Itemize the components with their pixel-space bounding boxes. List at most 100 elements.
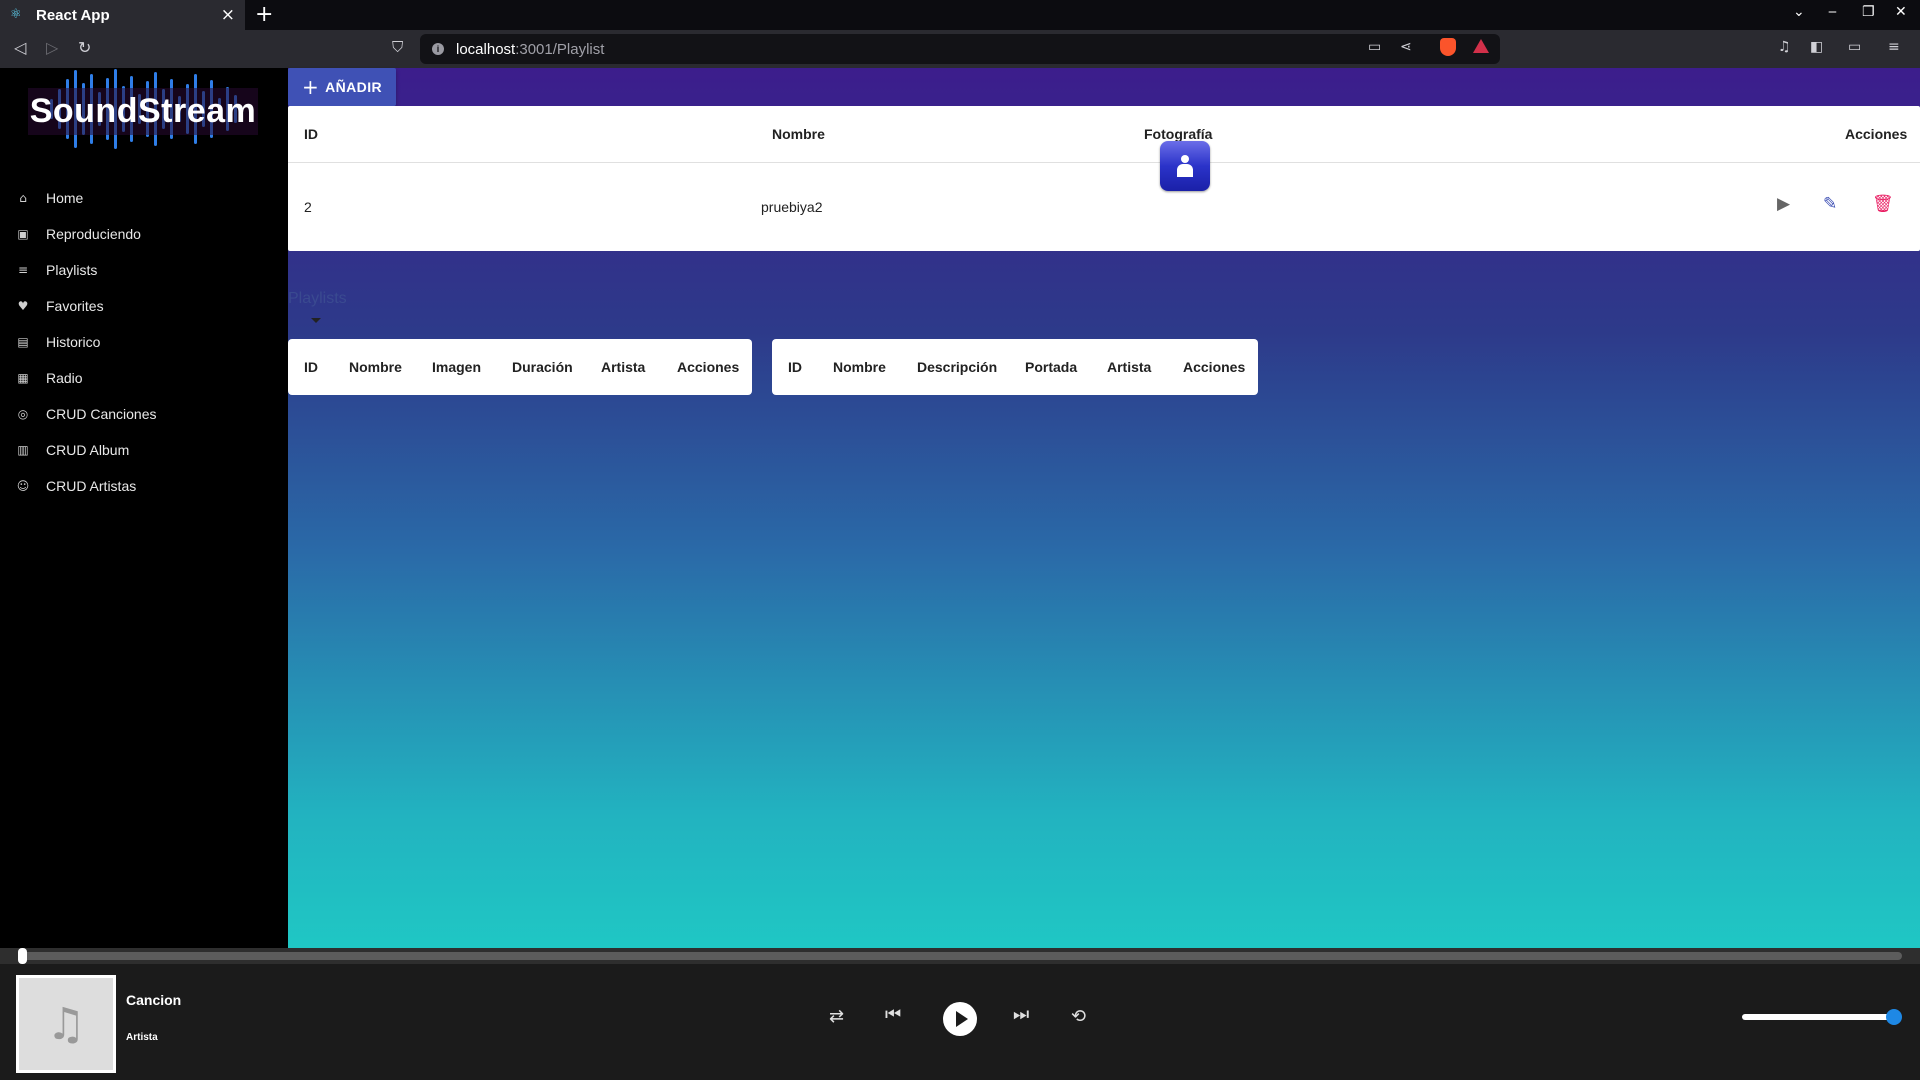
songs-header-imagen: Imagen xyxy=(432,359,482,375)
sidebar-item-crud-artistas[interactable]: ☺ CRUD Artistas xyxy=(0,468,288,504)
sidebar-item-label: Historico xyxy=(46,334,101,350)
progress-thumb[interactable] xyxy=(18,948,27,964)
heart-icon: ♥ xyxy=(17,299,29,313)
play-button[interactable] xyxy=(943,1002,977,1036)
tab-strip: ⚛ React App × + ⌄ ‒ ❐ ✕ xyxy=(0,0,1920,30)
url-path: :3001/Playlist xyxy=(515,40,605,58)
sidebar-item-label: Home xyxy=(46,190,84,206)
sidebar-nav: ⌂ Home ▣ Reproduciendo ≡ Playlists ♥ Favorit… xyxy=(0,180,288,504)
sidebar-item-favorites[interactable]: ♥ Favorites xyxy=(0,288,288,324)
playlist-photo xyxy=(1160,141,1210,191)
header-divider xyxy=(288,162,1920,163)
sidebar-item-crud-canciones[interactable]: ◎ CRUD Canciones xyxy=(0,396,288,432)
albums-header-nombre: Nombre xyxy=(833,359,886,375)
minimize-icon[interactable]: ‒ xyxy=(1828,4,1837,20)
albums-header-portada: Portada xyxy=(1025,359,1078,375)
albums-header-artista: Artista xyxy=(1107,359,1152,375)
songs-header-duracion: Duración xyxy=(512,359,573,375)
edit-icon[interactable]: ✎ xyxy=(1823,194,1837,214)
menu-icon[interactable]: ≡ xyxy=(1888,39,1900,55)
sidebar-item-label: Reproduciendo xyxy=(46,226,141,242)
reload-icon[interactable]: ↻ xyxy=(78,38,91,57)
play-icon[interactable]: ▶ xyxy=(1777,194,1790,214)
header-nombre: Nombre xyxy=(772,126,825,142)
add-button-label: AÑADIR xyxy=(325,79,382,95)
dropdown-arrow-icon[interactable] xyxy=(311,318,321,323)
sidebar-item-crud-album[interactable]: ▥ CRUD Album xyxy=(0,432,288,468)
volume-slider[interactable] xyxy=(1742,1009,1902,1025)
sidebar-item-reproduciendo[interactable]: ▣ Reproduciendo xyxy=(0,216,288,252)
soundstream-logo: SoundStream xyxy=(28,68,258,150)
add-button[interactable]: + AÑADIR xyxy=(288,68,396,106)
sidebar-item-home[interactable]: ⌂ Home xyxy=(0,180,288,216)
tab-list-icon[interactable]: ⌄ xyxy=(1793,4,1805,20)
songs-header-artista: Artista xyxy=(601,359,646,375)
maximize-icon[interactable]: ❐ xyxy=(1862,4,1875,20)
url-host: localhost xyxy=(456,40,516,58)
playback-progress[interactable] xyxy=(0,948,1920,964)
albums-header-id: ID xyxy=(788,359,802,375)
play-icon xyxy=(955,1011,968,1027)
albums-table: ID Nombre Descripción Portada Artista Ac… xyxy=(772,339,1258,395)
sidebar-item-label: CRUD Album xyxy=(46,442,130,458)
sidebar-item-historico[interactable]: ▤ Historico xyxy=(0,324,288,360)
player-bar: ♫ Cancion Artista ⇄ ⏮ ⏭ ⟲ xyxy=(0,964,1920,1080)
back-icon[interactable]: ◁ xyxy=(14,38,26,57)
disc-icon: ◎ xyxy=(17,407,29,421)
tab-react-app[interactable]: ⚛ React App × xyxy=(0,0,245,30)
albums-header-acciones: Acciones xyxy=(1183,359,1246,375)
cell-id: 2 xyxy=(304,198,312,215)
main-content: + AÑADIR ID Nombre Fotografía Acciones 2… xyxy=(288,68,1920,948)
forward-icon[interactable]: ▷ xyxy=(46,38,58,57)
people-icon: ☺ xyxy=(16,479,30,493)
progress-track[interactable] xyxy=(22,952,1902,960)
playlist-icon: ≡ xyxy=(17,263,29,277)
home-icon: ⌂ xyxy=(19,191,27,205)
music-note-icon: ♫ xyxy=(46,998,86,1050)
close-window-icon[interactable]: ✕ xyxy=(1895,4,1907,20)
tab-title: React App xyxy=(36,6,110,24)
address-bar[interactable]: i localhost :3001/Playlist xyxy=(420,34,1500,64)
logo-text: SoundStream xyxy=(28,88,258,135)
sidebar-item-radio[interactable]: ▦ Radio xyxy=(0,360,288,396)
media-icon[interactable]: ♫ xyxy=(1778,39,1791,55)
playlist-select[interactable]: Playlists xyxy=(288,290,347,308)
cell-nombre: pruebiya2 xyxy=(761,198,823,215)
sidebar-item-playlists[interactable]: ≡ Playlists xyxy=(0,252,288,288)
wallet-icon[interactable]: ▭ xyxy=(1848,39,1861,55)
album-cover: ♫ xyxy=(16,975,116,1073)
header-acciones: Acciones xyxy=(1845,126,1908,142)
songs-header-id: ID xyxy=(304,359,318,375)
sidebar-item-label: CRUD Artistas xyxy=(46,478,137,494)
person-icon xyxy=(1177,155,1193,177)
sidebar-item-label: Playlists xyxy=(46,262,98,278)
share-icon[interactable]: ⋖ xyxy=(1400,39,1412,55)
sidebar-toggle-icon[interactable]: ◧ xyxy=(1810,39,1823,55)
plus-icon: + xyxy=(301,75,320,99)
song-title: Cancion xyxy=(126,992,182,1008)
album-icon: ▥ xyxy=(17,443,29,457)
delete-icon[interactable]: 🗑 xyxy=(1872,194,1894,214)
cast-icon[interactable]: ▭ xyxy=(1368,39,1381,55)
playlists-table: ID Nombre Fotografía Acciones 2 pruebiya… xyxy=(288,106,1920,251)
bookmark-icon[interactable]: ⛉ xyxy=(392,38,403,56)
close-tab-icon[interactable]: × xyxy=(221,5,235,25)
brave-rewards-icon[interactable] xyxy=(1473,39,1489,53)
songs-header-nombre: Nombre xyxy=(349,359,402,375)
shuffle-icon[interactable]: ⇄ xyxy=(829,1006,844,1027)
brave-shields-icon[interactable] xyxy=(1440,38,1456,56)
new-tab-button[interactable]: + xyxy=(255,2,273,27)
header-id: ID xyxy=(304,126,318,142)
history-icon: ▤ xyxy=(17,335,29,349)
sidebar: SoundStream ⌂ Home ▣ Reproduciendo ≡ Playli… xyxy=(0,68,288,948)
next-icon[interactable]: ⏭ xyxy=(1013,1004,1029,1025)
app-root: SoundStream ⌂ Home ▣ Reproduciendo ≡ Playli… xyxy=(0,68,1920,1080)
song-artist: Artista xyxy=(126,1032,158,1043)
site-info-icon[interactable]: i xyxy=(432,43,444,55)
volume-thumb[interactable] xyxy=(1886,1009,1902,1025)
songs-table: ID Nombre Imagen Duración Artista Accion… xyxy=(288,339,752,395)
previous-icon[interactable]: ⏮ xyxy=(885,1004,901,1025)
radio-icon: ▣ xyxy=(17,227,29,241)
songs-header-acciones: Acciones xyxy=(677,359,740,375)
repeat-icon[interactable]: ⟲ xyxy=(1071,1006,1086,1027)
